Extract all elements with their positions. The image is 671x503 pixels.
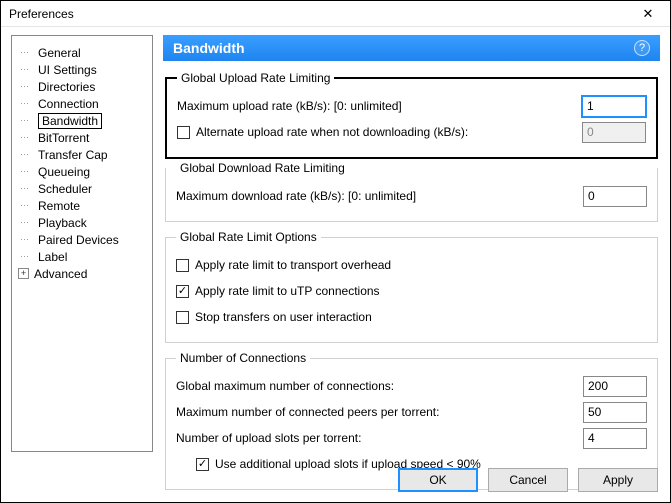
overhead-checkbox[interactable] bbox=[176, 259, 189, 272]
window-title: Preferences bbox=[9, 7, 74, 21]
rate-limit-options-legend: Global Rate Limit Options bbox=[176, 230, 321, 244]
stop-transfers-checkbox[interactable] bbox=[176, 311, 189, 324]
ok-button[interactable]: OK bbox=[398, 468, 478, 492]
tree-item-playback[interactable]: ⋯Playback bbox=[18, 214, 148, 231]
alt-upload-label: Alternate upload rate when not downloadi… bbox=[196, 125, 468, 139]
settings-panel: Bandwidth ? Global Upload Rate Limiting … bbox=[163, 35, 660, 452]
titlebar: Preferences ✕ bbox=[1, 1, 670, 27]
tree-item-directories[interactable]: ⋯Directories bbox=[18, 78, 148, 95]
close-button[interactable]: ✕ bbox=[628, 2, 668, 26]
utp-checkbox[interactable]: ✓ bbox=[176, 285, 189, 298]
dialog-buttons: OK Cancel Apply bbox=[398, 468, 658, 492]
tree-item-bandwidth[interactable]: ⋯Bandwidth bbox=[18, 112, 148, 129]
tree-item-scheduler[interactable]: ⋯Scheduler bbox=[18, 180, 148, 197]
download-rate-group: Global Download Rate Limiting Maximum do… bbox=[165, 161, 658, 222]
tree-item-advanced[interactable]: +Advanced bbox=[18, 265, 148, 282]
download-rate-legend: Global Download Rate Limiting bbox=[176, 161, 349, 175]
cancel-button[interactable]: Cancel bbox=[488, 468, 568, 492]
tree-item-bittorrent[interactable]: ⋯BitTorrent bbox=[18, 129, 148, 146]
max-upload-label: Maximum upload rate (kB/s): [0: unlimite… bbox=[177, 99, 402, 113]
tree-item-paired-devices[interactable]: ⋯Paired Devices bbox=[18, 231, 148, 248]
apply-button[interactable]: Apply bbox=[578, 468, 658, 492]
tree-item-connection[interactable]: ⋯Connection bbox=[18, 95, 148, 112]
upload-rate-group: Global Upload Rate Limiting Maximum uplo… bbox=[165, 71, 658, 159]
max-download-label: Maximum download rate (kB/s): [0: unlimi… bbox=[176, 189, 416, 203]
overhead-label: Apply rate limit to transport overhead bbox=[195, 258, 391, 272]
tree-item-label[interactable]: ⋯Label bbox=[18, 248, 148, 265]
rate-limit-options-group: Global Rate Limit Options Apply rate lim… bbox=[165, 230, 658, 343]
additional-slots-checkbox[interactable]: ✓ bbox=[196, 458, 209, 471]
stop-transfers-label: Stop transfers on user interaction bbox=[195, 310, 372, 324]
tree-item-queueing[interactable]: ⋯Queueing bbox=[18, 163, 148, 180]
max-upload-input[interactable] bbox=[582, 96, 646, 117]
alt-upload-input bbox=[582, 122, 646, 143]
peers-per-torrent-label: Maximum number of connected peers per to… bbox=[176, 405, 439, 419]
utp-label: Apply rate limit to uTP connections bbox=[195, 284, 380, 298]
panel-header: Bandwidth ? bbox=[163, 35, 660, 61]
global-connections-label: Global maximum number of connections: bbox=[176, 379, 394, 393]
upload-rate-legend: Global Upload Rate Limiting bbox=[177, 71, 334, 85]
help-icon[interactable]: ? bbox=[634, 40, 650, 56]
tree-item-transfer-cap[interactable]: ⋯Transfer Cap bbox=[18, 146, 148, 163]
close-icon: ✕ bbox=[643, 6, 654, 22]
upload-slots-input[interactable] bbox=[583, 428, 647, 449]
alt-upload-checkbox[interactable] bbox=[177, 126, 190, 139]
panel-title: Bandwidth bbox=[173, 40, 245, 56]
global-connections-input[interactable] bbox=[583, 376, 647, 397]
connections-legend: Number of Connections bbox=[176, 351, 310, 365]
max-download-input[interactable] bbox=[583, 186, 647, 207]
tree-item-remote[interactable]: ⋯Remote bbox=[18, 197, 148, 214]
expand-icon[interactable]: + bbox=[18, 268, 29, 279]
category-tree: ⋯General ⋯UI Settings ⋯Directories ⋯Conn… bbox=[11, 35, 153, 452]
tree-item-ui-settings[interactable]: ⋯UI Settings bbox=[18, 61, 148, 78]
upload-slots-label: Number of upload slots per torrent: bbox=[176, 431, 361, 445]
tree-item-general[interactable]: ⋯General bbox=[18, 44, 148, 61]
peers-per-torrent-input[interactable] bbox=[583, 402, 647, 423]
